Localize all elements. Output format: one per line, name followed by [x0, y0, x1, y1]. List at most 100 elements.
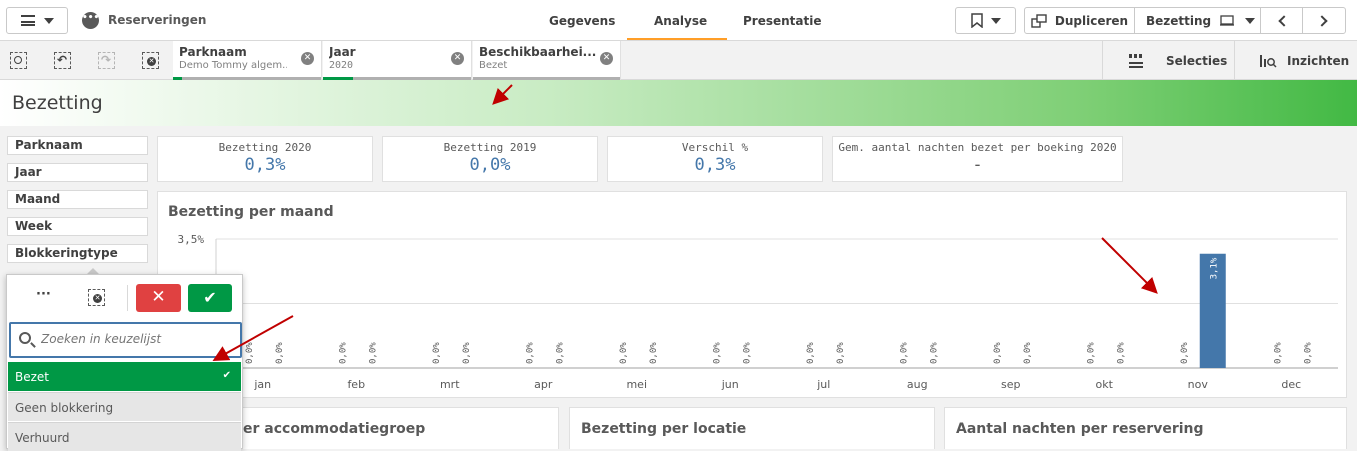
chart-bezetting-per-maand[interactable]: Bezetting per maand 3,5% jan 0,0% 0,0% feb 0,… [157, 191, 1347, 398]
list-item-label: Geen blokkering [15, 401, 114, 415]
kpi-verschil[interactable]: Verschil % 0,3% [607, 136, 823, 182]
undo-icon: ↶ [57, 53, 68, 67]
search-input[interactable] [41, 332, 231, 346]
more-options-icon[interactable]: ··· [36, 287, 51, 302]
close-icon[interactable]: ✕ [451, 52, 464, 65]
kpi-bezetting-2020[interactable]: Bezetting 2020 0,3% [157, 136, 373, 182]
sheet-header: Bezetting [0, 80, 1357, 126]
redo-icon: ↷ [101, 53, 112, 67]
step-back-button[interactable]: ↶ [54, 52, 71, 69]
data-label: 0,0% [1116, 342, 1126, 364]
data-label: 0,0% [899, 342, 909, 364]
kpi-value: 0,3% [244, 155, 286, 175]
x-tick-label: mrt [440, 378, 460, 391]
filter-week[interactable]: Week [7, 217, 148, 236]
sheet-selector-button[interactable]: Bezetting [1134, 7, 1261, 34]
chevron-left-icon [1277, 14, 1290, 27]
kpi-label: Bezetting 2019 [443, 141, 537, 154]
bookmarks-button[interactable] [955, 7, 1016, 34]
selection-chip-beschikbaarheid[interactable]: Beschikbaarhei... Bezet ✕ [473, 41, 621, 80]
app-title[interactable]: Reserveringen [108, 13, 206, 27]
data-label: 0,0% [1273, 342, 1283, 364]
data-label: 0,0% [525, 342, 535, 364]
data-label: 0,0% [929, 342, 939, 364]
clear-all-selections-button[interactable]: ✕ [142, 52, 159, 69]
step-forward-button[interactable]: ↷ [98, 52, 115, 69]
kpi-value: 0,0% [469, 155, 511, 175]
selection-chip-parknaam[interactable]: Parknaam Demo Tommy algem... ✕ [173, 41, 322, 80]
list-item-geen-blokkering[interactable]: Geen blokkering [8, 392, 241, 421]
x-tick-label: apr [534, 378, 553, 391]
close-icon: ✕ [151, 287, 166, 307]
selection-chip-jaar[interactable]: Jaar 2020 ✕ [323, 41, 472, 80]
active-tab-indicator [627, 38, 727, 40]
data-label: 0,0% [619, 342, 629, 364]
search-icon-handle [30, 342, 36, 348]
x-tick-label: feb [347, 378, 365, 391]
card-title: Aantal nachten per reservering [956, 421, 1204, 437]
data-label: 0,0% [245, 342, 255, 364]
confirm-selection-button[interactable]: ✔ [188, 284, 232, 312]
insights-icon [1260, 54, 1277, 68]
data-label: 0,0% [1303, 342, 1313, 364]
y-tick-label: 3,5% [178, 233, 205, 246]
x-tick-label: jun [721, 378, 739, 391]
list-item-label: Verhuurd [15, 431, 70, 445]
data-label: 0,0% [462, 342, 472, 364]
previous-sheet-button[interactable] [1260, 7, 1303, 34]
bar-chart: 3,5% jan 0,0% 0,0% feb 0,0% 0,0% mrt 0,0% 0,0% apr… [178, 233, 1338, 391]
search-icon [19, 332, 31, 344]
filter-blokkeringtype[interactable]: Blokkeringtype [7, 244, 148, 263]
selection-chip-title: Beschikbaarhei... [479, 45, 597, 59]
duplicate-label: Dupliceren [1054, 13, 1129, 28]
data-label: 0,0% [368, 342, 378, 364]
duplicate-button[interactable]: Dupliceren [1024, 7, 1135, 34]
hamburger-icon [20, 15, 35, 26]
next-sheet-button[interactable] [1302, 7, 1346, 34]
data-label: 0,0% [432, 342, 442, 364]
list-item-verhuurd[interactable]: Verhuurd [8, 422, 241, 451]
close-icon[interactable]: ✕ [600, 52, 613, 65]
toolbar-divider [127, 285, 128, 311]
list-item-bezet[interactable]: Bezet ✔ [8, 362, 241, 391]
checkmark-icon: ✔ [203, 288, 217, 307]
selection-chip-title: Parknaam [179, 45, 247, 59]
tab-presentatie[interactable]: Presentatie [743, 0, 822, 41]
data-label: 0,0% [1023, 342, 1033, 364]
tab-analyse[interactable]: Analyse [654, 0, 707, 41]
chevron-down-icon [990, 17, 1001, 24]
duplicate-icon [1031, 13, 1047, 28]
data-label: 0,0% [836, 342, 846, 364]
sheet-title: Bezetting [12, 92, 103, 114]
close-icon[interactable]: ✕ [301, 52, 314, 65]
smart-search-button[interactable] [10, 52, 27, 69]
data-label: 0,0% [806, 342, 816, 364]
selection-chip-value: 2020 [329, 60, 354, 71]
insights-button[interactable]: Inzichten [1234, 41, 1357, 80]
card-bezetting-per-locatie[interactable]: Bezetting per locatie [569, 407, 935, 449]
filter-parknaam[interactable]: Parknaam [7, 136, 148, 155]
x-tick-label: dec [1281, 378, 1301, 391]
cancel-selection-button[interactable]: ✕ [136, 284, 181, 312]
x-tick-label: nov [1188, 378, 1209, 391]
kpi-value: 0,3% [694, 155, 736, 175]
kpi-bezetting-2019[interactable]: Bezetting 2019 0,0% [382, 136, 598, 182]
kpi-gem-nachten[interactable]: Gem. aantal nachten bezet per boeking 20… [832, 136, 1123, 182]
list-item-label: Bezet [15, 370, 50, 384]
kpi-label: Bezetting 2020 [218, 141, 312, 154]
kpi-value: - [972, 155, 983, 175]
selections-tool-button[interactable]: Selecties [1102, 41, 1234, 80]
data-label: 0,0% [1180, 342, 1190, 364]
clear-selection-button[interactable]: ✕ [88, 289, 105, 306]
filter-maand[interactable]: Maand [7, 190, 148, 209]
listbox-search[interactable] [9, 322, 242, 358]
tab-gegevens[interactable]: Gegevens [549, 0, 615, 41]
global-menu-button[interactable] [6, 7, 68, 34]
card-aantal-nachten[interactable]: Aantal nachten per reservering [944, 407, 1347, 449]
data-label: 3,1% [1210, 257, 1220, 279]
chevron-down-icon [1245, 17, 1256, 24]
data-label: 0,0% [275, 342, 285, 364]
filter-jaar[interactable]: Jaar [7, 163, 148, 182]
selections-icon [1129, 53, 1143, 68]
search-icon [14, 56, 22, 64]
